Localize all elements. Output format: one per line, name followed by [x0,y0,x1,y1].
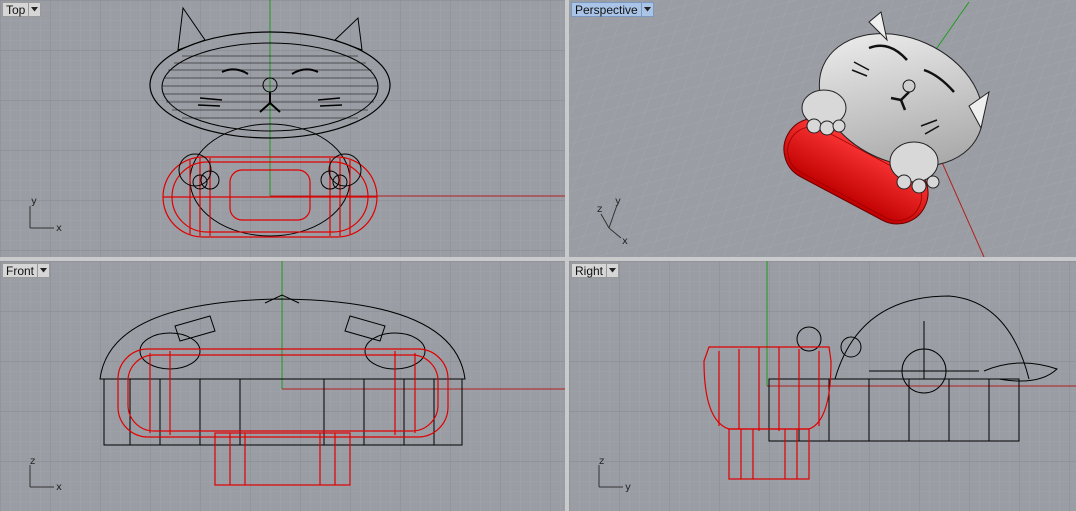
viewport-name[interactable]: Front [2,263,39,278]
viewport-title-top[interactable]: Top [2,2,42,17]
right-view-canvas[interactable]: z y [569,261,1076,511]
viewport-layout: y x Top z y x Perspective z x Front z y … [0,0,1076,511]
axis-label-x: x [56,482,62,493]
viewport-name[interactable]: Right [571,263,608,278]
viewport-title-right[interactable]: Right [571,263,620,278]
top-view-canvas[interactable]: y x [0,0,565,257]
axis-label-z: z [599,456,604,467]
viewport-perspective[interactable]: z y x Perspective [569,0,1076,257]
viewport-top[interactable]: y x Top [0,0,565,257]
viewport-right[interactable]: z y Right [569,261,1076,511]
perspective-view-canvas[interactable]: z y x [569,0,1076,257]
viewport-name[interactable]: Perspective [571,2,642,17]
axis-label-x: x [622,236,628,247]
axis-label-z: z [597,204,602,215]
viewport-title-front[interactable]: Front [2,263,51,278]
axis-label-y: y [625,482,631,493]
viewport-name[interactable]: Top [2,2,30,17]
axis-label-y: y [31,196,37,207]
chevron-down-icon[interactable] [607,263,620,278]
axis-label-x: x [56,223,62,234]
axis-label-y: y [615,196,621,207]
chevron-down-icon[interactable] [641,2,654,17]
chevron-down-icon[interactable] [38,263,51,278]
front-view-canvas[interactable]: z x [0,261,565,511]
chevron-down-icon[interactable] [29,2,42,17]
viewport-title-perspective[interactable]: Perspective [571,2,654,17]
axis-label-z: z [30,456,35,467]
viewport-front[interactable]: z x Front [0,261,565,511]
